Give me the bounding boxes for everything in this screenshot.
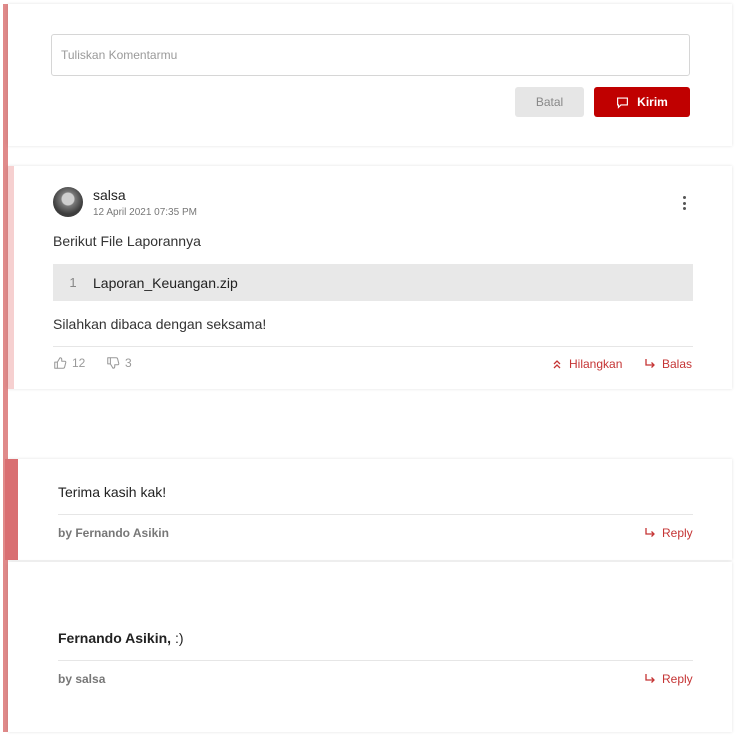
reply-divider: [58, 514, 693, 515]
reply-mention[interactable]: Fernando Asikin,: [58, 630, 171, 646]
thumbs-up-icon: [54, 357, 67, 369]
reply-author[interactable]: by salsa: [58, 672, 105, 686]
hide-button[interactable]: Hilangkan: [551, 357, 622, 371]
comment-author[interactable]: salsa: [93, 187, 126, 203]
hide-label: Hilangkan: [569, 357, 623, 371]
reply-text: Fernando Asikin, :): [58, 630, 184, 646]
reply-divider: [58, 660, 693, 661]
reply-arrow-icon: [645, 674, 655, 683]
avatar[interactable]: [53, 187, 83, 217]
reply-label: Reply: [662, 672, 693, 686]
reply-card: Terima kasih kak! by Fernando Asikin Rep…: [5, 459, 732, 560]
comment-input[interactable]: [51, 34, 690, 76]
reply-button[interactable]: Balas: [644, 357, 692, 371]
comment-card: salsa 12 April 2021 07:35 PM Berikut Fil…: [8, 166, 732, 389]
comment-text-body: Silahkan dibaca dengan seksama!: [53, 316, 267, 332]
comment-icon: [617, 96, 629, 109]
attachment-filename[interactable]: Laporan_Keuangan.zip: [93, 275, 238, 291]
comment-composer: Batal Kirim: [8, 4, 732, 146]
reply-label: Balas: [662, 357, 693, 371]
reply-message: :): [174, 630, 184, 646]
send-label: Kirim: [637, 95, 668, 109]
comment-timestamp: 12 April 2021 07:35 PM: [93, 207, 197, 218]
reply-message: Terima kasih kak!: [58, 484, 167, 500]
comment-divider: [53, 346, 693, 347]
cancel-button[interactable]: Batal: [515, 87, 584, 117]
like-button[interactable]: 12: [53, 356, 85, 370]
like-count: 12: [72, 356, 86, 370]
thumbs-down-icon: [107, 357, 120, 369]
dislike-count: 3: [125, 356, 132, 370]
kebab-icon[interactable]: [678, 194, 690, 212]
reply-accent-bar: [5, 459, 18, 560]
reply-arrow-icon: [645, 359, 655, 368]
reply-text: Terima kasih kak!: [58, 484, 166, 500]
cancel-label: Batal: [535, 95, 564, 109]
comment-accent-bar: [8, 166, 14, 389]
reply-label: Reply: [662, 526, 693, 540]
dislike-button[interactable]: 3: [106, 356, 132, 370]
reply-arrow-icon: [645, 528, 655, 537]
attachment-item[interactable]: 1 Laporan_Keuangan.zip: [53, 264, 693, 301]
chevrons-up-icon: [553, 360, 561, 369]
send-button[interactable]: Kirim: [594, 87, 690, 117]
comment-text-intro: Berikut File Laporannya: [53, 233, 201, 249]
reply-button[interactable]: Reply: [644, 672, 693, 686]
reply-button[interactable]: Reply: [644, 526, 693, 540]
comments-page: Batal Kirim salsa 12 April 2021 07:35 PM…: [0, 0, 740, 737]
reply-card: Fernando Asikin, :) by salsa Reply: [8, 562, 732, 732]
reply-author[interactable]: by Fernando Asikin: [58, 526, 169, 540]
attachment-index: 1: [69, 275, 77, 290]
